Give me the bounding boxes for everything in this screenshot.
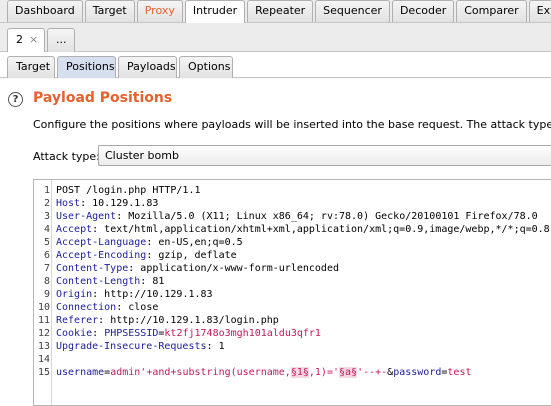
sub-tab-payloads[interactable]: Payloads [118,56,177,78]
cookie-value: kt2fj1748o3mgh101aldu3qfr1 [164,328,321,339]
header-value: http://10.129.1.83/login.php [104,315,279,326]
request-editor[interactable]: 1 POST /login.php HTTP/1.1 2 Host: 10.12… [33,179,551,406]
header-value: Mozilla/5.0 (X11; Linux x86_64; rv:78.0)… [122,211,538,222]
burp-window: Dashboard Target Proxy Intruder Repeater… [0,0,551,406]
header-value: 1 [212,341,225,352]
attack-type-select[interactable]: Cluster bomb [98,145,551,166]
header-value: 10.129.1.83 [86,198,159,209]
header-value: 81 [146,276,165,287]
line-number: 5 [43,237,50,248]
header-name: Origin [56,289,93,300]
tab-repeater[interactable]: Repeater [247,0,314,22]
header-value: text/html,application/xhtml+xml,applicat… [98,224,550,235]
header-name: Accept-Encoding [56,250,147,261]
positions-panel: ? Payload Positions Configure the positi… [0,79,551,406]
tab-target[interactable]: Target [84,0,135,22]
tab-extender[interactable]: Extender [528,0,551,22]
line-number: 6 [43,250,50,261]
intruder-sub-tab-bar: Target Positions Payloads Options [0,52,551,78]
instance-tab-label: 2 [16,33,23,46]
tab-proxy[interactable]: Proxy [136,0,183,22]
instance-tab-2[interactable]: 2 × [7,28,45,52]
intruder-instance-bar: 2 × ... [0,23,551,52]
param-value: test [447,367,472,378]
line-number: 2 [43,198,50,209]
header-name: Upgrade-Insecure-Requests [56,341,207,352]
line-number: 7 [43,263,50,274]
header-name: Content-Type [56,263,129,274]
header-name: Cookie [56,328,93,339]
main-tab-bar: Dashboard Target Proxy Intruder Repeater… [0,0,551,23]
header-name: Host [56,198,81,209]
cookie-name: PHPSESSID [104,328,159,339]
header-name: Content-Length [56,276,141,287]
line-number: 13 [37,341,50,352]
header-name: Accept-Language [56,237,147,248]
tab-intruder[interactable]: Intruder [184,0,246,23]
help-icon[interactable]: ? [8,92,23,107]
request-start-line: POST /login.php HTTP/1.1 [56,185,201,196]
sub-tab-target[interactable]: Target [7,56,55,78]
tab-dashboard[interactable]: Dashboard [7,0,83,22]
line-number: 4 [43,224,50,235]
param-value: ,1)=' [308,367,339,378]
header-value: http://10.129.1.83 [98,289,213,300]
sub-tab-positions[interactable]: Positions [57,56,116,78]
close-icon[interactable]: × [29,33,38,46]
header-value: en-US,en;q=0.5 [152,237,243,248]
header-name: Accept [56,224,93,235]
payload-marker[interactable]: §a§ [339,367,358,378]
header-value: application/x-www-form-urlencoded [134,263,339,274]
header-value: close [122,302,159,313]
line-number: 15 [37,367,50,378]
header-name: Referer [56,315,99,326]
tab-comparer[interactable]: Comparer [456,0,527,22]
line-number: 12 [37,328,50,339]
attack-type-label: Attack type: [33,150,100,163]
header-name: User-Agent [56,211,117,222]
line-number: 14 [37,354,50,365]
param-name: password [393,367,442,378]
param-value: '--+- [357,367,388,378]
param-name: username [56,367,105,378]
line-number: 8 [43,276,50,287]
line-number: 1 [43,185,50,196]
header-value: gzip, deflate [152,250,237,261]
line-number: 10 [37,302,50,313]
new-instance-tab[interactable]: ... [47,28,75,52]
tab-decoder[interactable]: Decoder [391,0,455,22]
line-number: 11 [37,315,50,326]
header-name: Connection [56,302,117,313]
param-value: admin'+and+substring(username, [110,367,291,378]
panel-title: Payload Positions [33,90,173,106]
sub-tab-options[interactable]: Options [179,56,233,78]
line-number: 3 [43,211,50,222]
tab-sequencer[interactable]: Sequencer [315,0,390,22]
line-number: 9 [43,289,50,300]
panel-description: Configure the positions where payloads w… [33,118,551,131]
payload-marker[interactable]: §1§ [290,367,309,378]
